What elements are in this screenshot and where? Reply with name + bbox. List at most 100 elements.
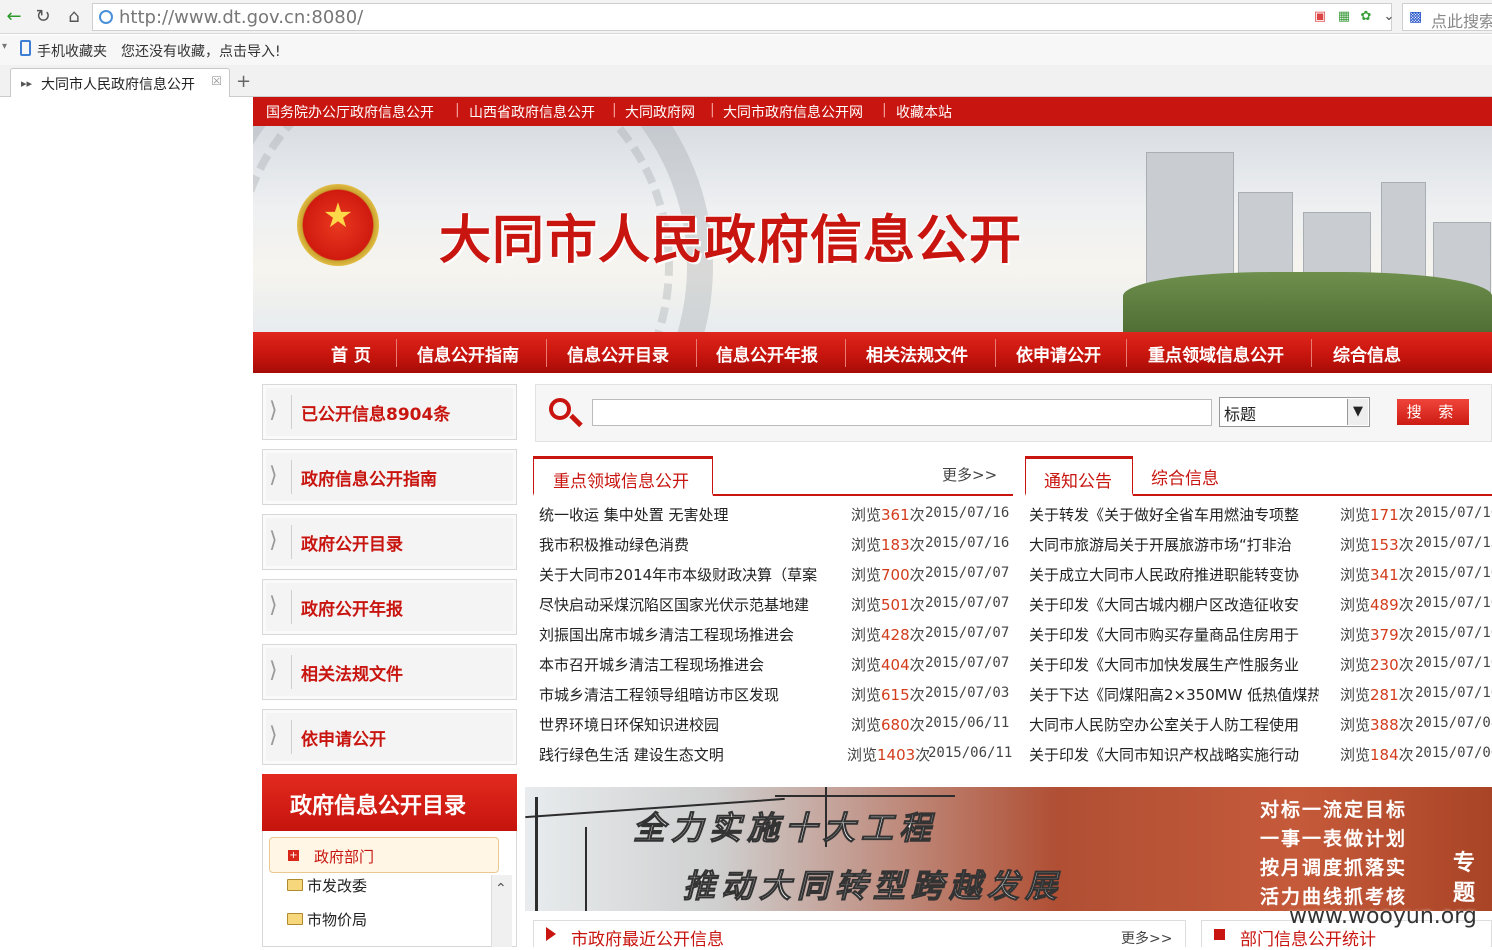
sidebar-item-annual-report[interactable]: ⟩ 政府公开年报	[262, 579, 517, 635]
list-item[interactable]: 关于转发《关于做好全省车用燃油专项整 浏览171次 2015/07/16	[1029, 504, 1492, 534]
top-link[interactable]: 收藏本站	[896, 102, 952, 122]
sidebar-item-label: 政府公开年报	[301, 600, 403, 620]
paw-icon: ▩	[1409, 9, 1423, 25]
item-title[interactable]: 我市积极推动绿色消费	[539, 534, 829, 555]
item-title[interactable]: 关于成立大同市人民政府推进职能转变协	[1029, 564, 1319, 585]
list-item[interactable]: 关于印发《大同市购买存量商品住房用于 浏览379次 2015/07/10	[1029, 624, 1492, 654]
sidebar-item-published-count[interactable]: ⟩ 已公开信息8904条	[262, 384, 517, 440]
tree-scrollbar[interactable]: ⌃	[491, 875, 512, 947]
browser-tab[interactable]: ▸▸ 大同市人民政府信息公开 ☒	[10, 68, 230, 97]
nav-separator	[1126, 339, 1127, 367]
tree-item[interactable]: 市发改委	[307, 875, 367, 896]
tab-notices[interactable]: 通知公告	[1025, 456, 1133, 496]
tab-key-areas[interactable]: 重点领域信息公开	[533, 456, 713, 496]
mobile-favorites-link[interactable]: 手机收藏夹	[37, 41, 107, 61]
refresh-icon[interactable]: ↻	[31, 5, 55, 29]
view-count: 浏览489次	[1340, 594, 1414, 615]
sidebar-item-label: 依申请公开	[301, 730, 386, 750]
top-link[interactable]: 国务院办公厅政府信息公开	[266, 102, 434, 122]
tree-item[interactable]: 市物价局	[307, 909, 367, 930]
chevron-down-icon[interactable]: ▼	[1347, 399, 1368, 425]
search-field-select[interactable]: 标题 ▼	[1219, 397, 1370, 427]
item-title[interactable]: 刘振国出席市城乡清洁工程现场推进会	[539, 624, 829, 645]
sidebar-item-by-application[interactable]: ⟩ 依申请公开	[262, 709, 517, 765]
list-item[interactable]: 本市召开城乡清洁工程现场推进会 浏览404次 2015/07/07	[539, 654, 1009, 684]
item-title[interactable]: 关于大同市2014年市本级财政决算（草案	[539, 564, 829, 585]
list-item[interactable]: 关于大同市2014年市本级财政决算（草案 浏览700次 2015/07/07	[539, 564, 1009, 594]
list-item[interactable]: 关于印发《大同古城内棚户区改造征收安 浏览489次 2015/07/10	[1029, 594, 1492, 624]
item-title[interactable]: 践行绿色生活 建设生态文明	[539, 744, 829, 765]
list-item[interactable]: 市城乡清洁工程领导组暗访市区发现 浏览615次 2015/07/03	[539, 684, 1009, 714]
top-link[interactable]: 山西省政府信息公开	[469, 102, 595, 122]
list-item[interactable]: 刘振国出席市城乡清洁工程现场推进会 浏览428次 2015/07/07	[539, 624, 1009, 654]
view-count-prefix: 浏览	[851, 536, 882, 554]
view-count-suffix: 次	[909, 686, 925, 704]
item-title[interactable]: 市城乡清洁工程领导组暗访市区发现	[539, 684, 829, 705]
nav-by-application[interactable]: 依申请公开	[1016, 341, 1101, 366]
home-icon[interactable]: ⌂	[62, 5, 86, 29]
list-item[interactable]: 关于印发《大同市知识产权战略实施行动 浏览184次 2015/07/06	[1029, 744, 1492, 774]
list-item[interactable]: 尽快启动采煤沉陷区国家光伏示范基地建 浏览501次 2015/07/07	[539, 594, 1009, 624]
list-item[interactable]: 关于印发《大同市加快发展生产性服务业 浏览230次 2015/07/10	[1029, 654, 1492, 684]
list-item[interactable]: 大同市旅游局关于开展旅游市场“打非治 浏览153次 2015/07/15	[1029, 534, 1492, 564]
view-count-prefix: 浏览	[1340, 596, 1371, 614]
item-title[interactable]: 统一收运 集中处置 无害处理	[539, 504, 829, 525]
list-item[interactable]: 世界环境日环保知识进校园 浏览680次 2015/06/11	[539, 714, 1009, 744]
list-item[interactable]: 我市积极推动绿色消费 浏览183次 2015/07/16	[539, 534, 1009, 564]
url-text[interactable]: http://www.dt.gov.cn:8080/	[119, 7, 363, 28]
import-favorites-hint[interactable]: 您还没有收藏，点击导入!	[121, 41, 281, 61]
list-item[interactable]: 践行绿色生活 建设生态文明 浏览1403次 2015/06/11	[539, 744, 1012, 774]
item-title[interactable]: 大同市旅游局关于开展旅游市场“打非治	[1029, 534, 1319, 555]
sidebar-item-regulations[interactable]: ⟩ 相关法规文件	[262, 644, 517, 700]
list-item[interactable]: 统一收运 集中处置 无害处理 浏览361次 2015/07/16	[539, 504, 1009, 534]
item-title[interactable]: 关于印发《大同古城内棚户区改造征收安	[1029, 594, 1319, 615]
chevron-down-icon[interactable]: ⌄	[1381, 9, 1397, 25]
list-item[interactable]: 大同市人民防空办公室关于人防工程使用 浏览388次 2015/07/08	[1029, 714, 1492, 744]
url-input[interactable]: http://www.dt.gov.cn:8080/	[92, 3, 1392, 31]
browser-search-box[interactable]: ▩ 点此搜索	[1402, 3, 1492, 31]
nav-annual-report[interactable]: 信息公开年报	[716, 341, 818, 366]
nav-key-areas[interactable]: 重点领域信息公开	[1148, 341, 1284, 366]
caret-down-icon[interactable]: ▾	[2, 41, 7, 52]
item-title[interactable]: 关于印发《大同市加快发展生产性服务业	[1029, 654, 1319, 675]
more-link[interactable]: 更多>>	[942, 464, 997, 485]
more-link[interactable]: 更多>>	[1121, 928, 1172, 948]
list-item[interactable]: 关于成立大同市人民政府推进职能转变协 浏览341次 2015/07/10	[1029, 564, 1492, 594]
back-arrow-icon[interactable]: ←	[2, 5, 26, 29]
item-title[interactable]: 大同市人民防空办公室关于人防工程使用	[1029, 714, 1319, 735]
item-title[interactable]: 世界环境日环保知识进校园	[539, 714, 829, 735]
nav-home[interactable]: 首 页	[331, 341, 371, 366]
item-title[interactable]: 尽快启动采煤沉陷区国家光伏示范基地建	[539, 594, 829, 615]
new-tab-icon[interactable]: +	[236, 71, 251, 92]
top-link-separator: |	[882, 102, 887, 118]
promo-banner[interactable]: 全力实施十大工程 推动大同转型跨越发展 对标一流定目标 一事一表做计划 按月调度…	[525, 787, 1492, 911]
search-button[interactable]: 搜 索	[1397, 399, 1469, 425]
view-count: 浏览501次	[851, 594, 925, 615]
item-title[interactable]: 本市召开城乡清洁工程现场推进会	[539, 654, 829, 675]
item-title[interactable]: 关于印发《大同市购买存量商品住房用于	[1029, 624, 1319, 645]
leaf-icon[interactable]: ✿	[1358, 9, 1374, 25]
search-input[interactable]	[592, 399, 1212, 426]
qrcode-icon[interactable]: ▦	[1336, 9, 1352, 25]
top-link-separator: |	[455, 102, 460, 118]
item-title[interactable]: 关于下达《同煤阳高2×350MW 低热值煤热	[1029, 684, 1319, 705]
top-link[interactable]: 大同政府网	[625, 102, 695, 122]
nav-guide[interactable]: 信息公开指南	[417, 341, 519, 366]
sidebar-item-guide[interactable]: ⟩ 政府信息公开指南	[262, 449, 517, 505]
tab-general-info[interactable]: 综合信息	[1133, 456, 1253, 494]
item-title[interactable]: 关于转发《关于做好全省车用燃油专项整	[1029, 504, 1319, 525]
tab-close-icon[interactable]: ☒	[211, 74, 222, 88]
nav-regulations[interactable]: 相关法规文件	[866, 341, 968, 366]
tab-label: 通知公告	[1044, 472, 1112, 492]
shop-icon[interactable]: ▣	[1312, 9, 1328, 25]
sidebar-item-catalog[interactable]: ⟩ 政府公开目录	[262, 514, 517, 570]
list-item[interactable]: 关于下达《同煤阳高2×350MW 低热值煤热 浏览281次 2015/07/10	[1029, 684, 1492, 714]
tree-node-gov-departments[interactable]: + 政府部门	[269, 837, 499, 873]
chevron-up-icon[interactable]: ⌃	[495, 881, 507, 897]
item-title[interactable]: 关于印发《大同市知识产权战略实施行动	[1029, 744, 1319, 765]
nav-catalog[interactable]: 信息公开目录	[567, 341, 669, 366]
nav-general-info[interactable]: 综合信息	[1333, 341, 1401, 366]
expand-plus-icon[interactable]: +	[288, 850, 299, 861]
top-link[interactable]: 大同市政府信息公开网	[723, 102, 863, 122]
view-count-prefix: 浏览	[1340, 656, 1371, 674]
